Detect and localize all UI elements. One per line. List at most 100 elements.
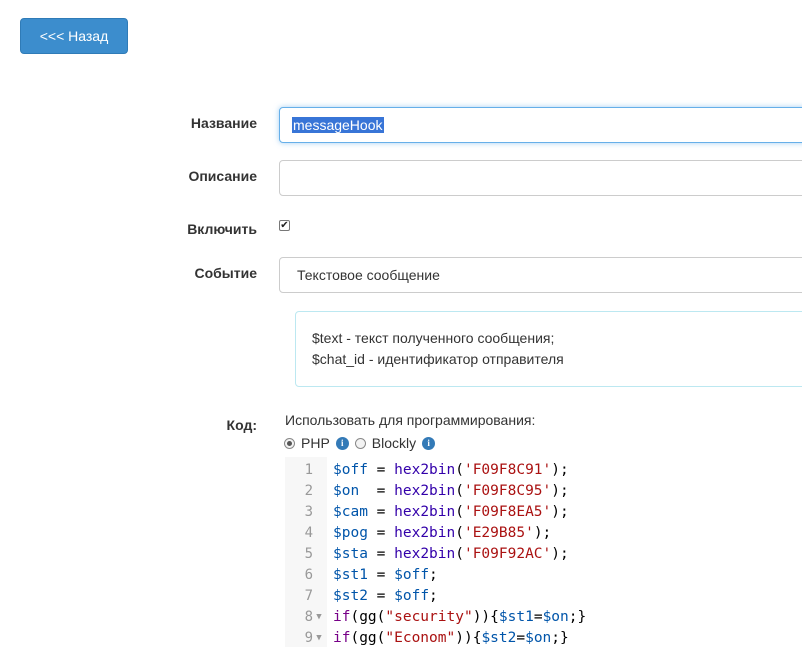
- code-editor[interactable]: 1 $off = hex2bin('F09F8C91'); 2 $on = hex2b…: [285, 457, 802, 647]
- code-text: $sta = hex2bin('F09F92AC');: [333, 546, 569, 562]
- code-token: ;: [429, 587, 438, 604]
- code-token: );: [551, 461, 569, 478]
- help-line-chat-id: $chat_id - идентификатор отправителя: [312, 351, 564, 367]
- radio-selected-icon: [287, 440, 292, 446]
- code-text: if(gg("security")){$st1=$on;}: [333, 609, 586, 625]
- code-token: (: [455, 503, 464, 520]
- code-token: (: [455, 545, 464, 562]
- code-token: (: [455, 524, 464, 541]
- php-radio-label[interactable]: PHP: [301, 435, 330, 451]
- blockly-info-icon[interactable]: i: [422, 436, 436, 450]
- programming-mode-label: Использовать для программирования:: [285, 412, 536, 428]
- code-text: $st2 = $off;: [333, 588, 438, 604]
- code-label: Код:: [226, 417, 257, 433]
- code-token: $on: [525, 629, 552, 646]
- code-token: ;}: [551, 629, 569, 646]
- php-info-icon[interactable]: i: [335, 436, 349, 450]
- code-token: $off: [394, 587, 430, 604]
- name-input[interactable]: messageHook: [279, 107, 802, 143]
- code-token: 'F09F8C95': [463, 482, 552, 499]
- code-text: $pog = hex2bin('E29B85');: [333, 525, 551, 541]
- code-token: "Econom": [385, 629, 456, 646]
- code-line[interactable]: 2 $on = hex2bin('F09F8C95');: [285, 480, 802, 501]
- code-token: hex2bin: [394, 524, 456, 541]
- code-text: $cam = hex2bin('F09F8EA5');: [333, 504, 569, 520]
- back-button[interactable]: <<< Назад: [20, 18, 128, 54]
- fold-arrow-icon[interactable]: ▼: [313, 612, 325, 622]
- code-line[interactable]: 4 $pog = hex2bin('E29B85');: [285, 522, 802, 543]
- code-token: $on: [542, 608, 569, 625]
- code-token: hex2bin: [394, 482, 456, 499]
- blockly-radio-label[interactable]: Blockly: [372, 435, 416, 451]
- line-number: 7: [304, 587, 313, 604]
- line-number: 3: [304, 503, 313, 520]
- code-token: );: [551, 503, 569, 520]
- code-token: $cam: [333, 503, 368, 520]
- code-text: $off = hex2bin('F09F8C91');: [333, 462, 569, 478]
- code-token: =: [533, 608, 543, 625]
- code-line[interactable]: 6 $st1 = $off;: [285, 564, 802, 585]
- code-token: if: [333, 608, 351, 625]
- code-token: ;}: [568, 608, 587, 625]
- code-token: );: [533, 524, 552, 541]
- code-token: ;: [429, 566, 438, 583]
- code-token: =: [367, 503, 395, 520]
- code-text: if(gg("Econom")){$st2=$on;}: [333, 630, 569, 646]
- code-text: $st1 = $off;: [333, 567, 438, 583]
- code-token: $st1: [333, 566, 368, 583]
- code-text: $on = hex2bin('F09F8C95');: [333, 483, 569, 499]
- programming-mode-options: PHP i Blockly i: [284, 435, 441, 451]
- name-input-value: messageHook: [292, 117, 384, 133]
- line-number: 5: [304, 545, 313, 562]
- code-token: if: [333, 629, 351, 646]
- code-token: $off: [333, 461, 368, 478]
- code-line[interactable]: 8 ▼ if(gg("security")){$st1=$on;}: [285, 606, 802, 627]
- code-token: $st2: [333, 587, 368, 604]
- line-number: 2: [304, 482, 313, 499]
- code-token: 'F09F92AC': [463, 545, 552, 562]
- line-number: 4: [304, 524, 313, 541]
- code-token: hex2bin: [394, 545, 456, 562]
- event-label: Событие: [194, 265, 257, 281]
- description-input[interactable]: [279, 160, 802, 196]
- name-label: Название: [190, 115, 257, 131]
- php-radio[interactable]: [284, 437, 295, 449]
- code-token: $off: [394, 566, 430, 583]
- line-number: 8: [304, 608, 313, 625]
- code-token: =: [359, 482, 395, 499]
- event-select-value: Текстовое сообщение: [297, 267, 440, 283]
- code-line[interactable]: 9 ▼ if(gg("Econom")){$st2=$on;}: [285, 627, 802, 648]
- code-token: $sta: [333, 545, 368, 562]
- code-token: );: [551, 482, 569, 499]
- event-help-box: $text - текст полученного сообщения; $ch…: [295, 311, 802, 387]
- code-token: 'F09F8C91': [463, 461, 552, 478]
- code-token: $st1: [498, 608, 534, 625]
- blockly-radio[interactable]: [354, 437, 366, 449]
- check-icon: ✔: [280, 220, 289, 231]
- code-token: =: [516, 629, 526, 646]
- code-token: =: [367, 524, 395, 541]
- code-line[interactable]: 7 $st2 = $off;: [285, 585, 802, 606]
- event-select[interactable]: Текстовое сообщение: [279, 257, 802, 293]
- code-token: hex2bin: [394, 461, 456, 478]
- code-token: 'E29B85': [463, 524, 534, 541]
- code-token: =: [367, 545, 395, 562]
- help-line-text: $text - текст полученного сообщения;: [312, 330, 555, 346]
- code-token: (: [455, 482, 464, 499]
- code-token: "security": [385, 608, 473, 625]
- code-token: (gg(: [350, 608, 386, 625]
- enable-label: Включить: [187, 221, 257, 237]
- code-line[interactable]: 5 $sta = hex2bin('F09F92AC');: [285, 543, 802, 564]
- line-number: 1: [304, 461, 313, 478]
- fold-arrow-icon[interactable]: ▼: [313, 633, 325, 643]
- code-token: =: [367, 566, 395, 583]
- code-line[interactable]: 3 $cam = hex2bin('F09F8EA5');: [285, 501, 802, 522]
- code-line[interactable]: 1 $off = hex2bin('F09F8C91');: [285, 459, 802, 480]
- code-token: );: [551, 545, 569, 562]
- code-token: (gg(: [350, 629, 386, 646]
- code-token: =: [367, 587, 395, 604]
- code-token: hex2bin: [394, 503, 456, 520]
- line-number: 6: [304, 566, 313, 583]
- enable-checkbox[interactable]: ✔: [279, 220, 290, 231]
- code-token: =: [367, 461, 395, 478]
